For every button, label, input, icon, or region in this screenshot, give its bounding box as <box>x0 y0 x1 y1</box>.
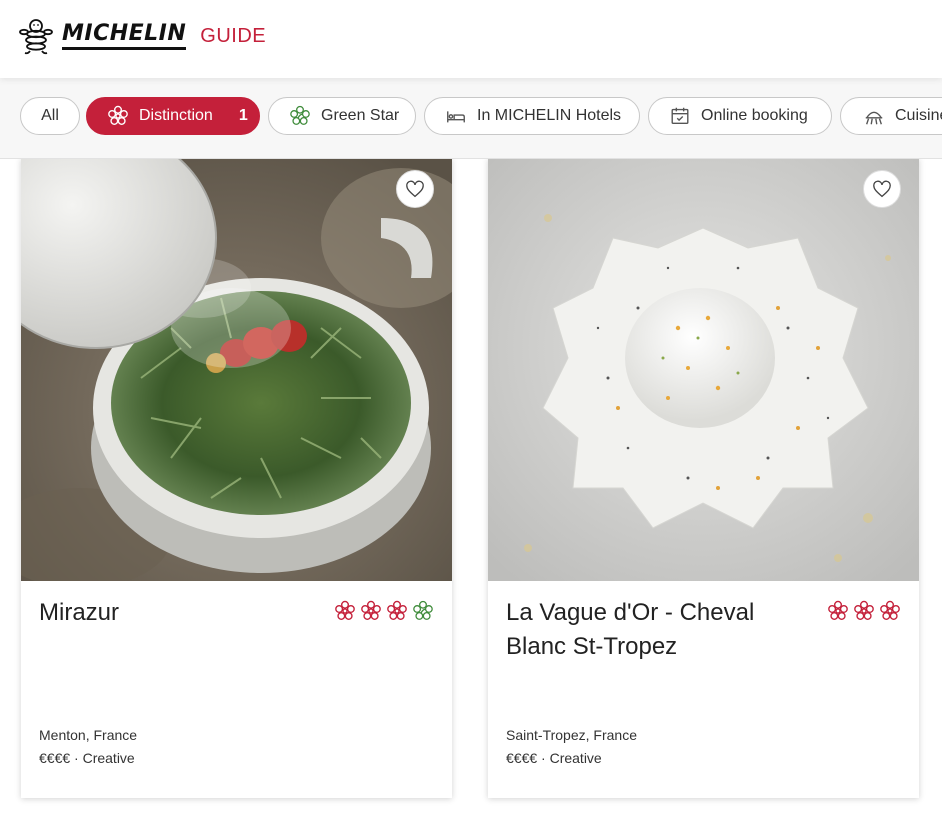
michelin-star-icon <box>387 600 407 620</box>
heart-icon <box>406 180 424 198</box>
price-cuisine: €€€€ · Creative <box>39 750 135 766</box>
filter-chip-online-booking[interactable]: Online booking <box>648 97 832 135</box>
filter-bar: All Distinction 1 Green Star In MICHELIN… <box>0 78 942 159</box>
filter-label: Cuisine <box>895 107 942 124</box>
filter-label: Distinction <box>139 107 213 124</box>
site-header: MICHELIN GUIDE <box>0 0 942 78</box>
filter-label: Online booking <box>701 107 808 124</box>
filter-label: Green Star <box>321 107 400 124</box>
filter-chip-cuisine[interactable]: Cuisine <box>840 97 942 135</box>
michelin-star-icon <box>854 600 874 620</box>
michelin-star-icon <box>108 105 128 125</box>
michelin-star-icon <box>828 600 848 620</box>
filter-chip-michelin-hotels[interactable]: In MICHELIN Hotels <box>424 97 640 135</box>
restaurant-name[interactable]: La Vague d'Or - Cheval Blanc St-Tropez <box>506 596 806 664</box>
bibendum-icon <box>19 19 53 55</box>
michelin-star-icon <box>361 600 381 620</box>
heart-icon <box>873 180 891 198</box>
restaurant-photo[interactable] <box>21 158 452 581</box>
michelin-star-icon <box>880 600 900 620</box>
michelin-logo[interactable]: MICHELIN GUIDE <box>16 16 266 56</box>
filter-chip-all[interactable]: All <box>20 97 80 135</box>
filter-chip-distinction[interactable]: Distinction 1 <box>86 97 260 135</box>
filter-chip-green-star[interactable]: Green Star <box>268 97 416 135</box>
restaurant-photo[interactable] <box>488 158 919 581</box>
distinction-stars <box>334 600 434 622</box>
green-star-icon <box>290 105 310 125</box>
green-star-icon <box>413 600 433 620</box>
distinction-stars <box>827 600 901 622</box>
calendar-icon <box>671 107 689 125</box>
bed-icon <box>447 111 465 123</box>
restaurant-card[interactable]: La Vague d'Or - Cheval Blanc St-Tropez S… <box>488 158 919 798</box>
favorite-button[interactable] <box>863 170 901 208</box>
guide-label: GUIDE <box>200 24 267 47</box>
restaurant-location: Saint-Tropez, France <box>506 727 637 743</box>
chef-hat-icon <box>865 111 883 125</box>
favorite-button[interactable] <box>396 170 434 208</box>
restaurant-name[interactable]: Mirazur <box>39 596 339 630</box>
filter-count-badge: 1 <box>238 107 248 124</box>
filter-label: All <box>41 107 59 124</box>
restaurant-location: Menton, France <box>39 727 138 743</box>
price-cuisine: €€€€ · Creative <box>506 750 602 766</box>
restaurant-card[interactable]: Mirazur Menton, France €€€€ · Creative <box>21 158 452 798</box>
brand-name: MICHELIN <box>62 22 187 50</box>
michelin-star-icon <box>335 600 355 620</box>
filter-label: In MICHELIN Hotels <box>477 107 622 124</box>
